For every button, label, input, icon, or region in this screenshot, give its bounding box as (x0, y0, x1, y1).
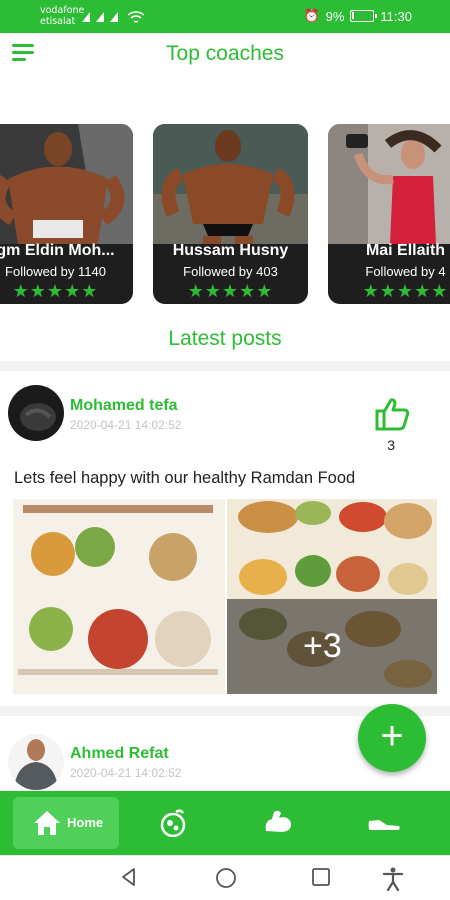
coach-followers: Followed by 403 (183, 264, 278, 279)
post-text: Lets feel happy with our healthy Ramdan … (14, 469, 356, 487)
clock: 11:30 (380, 8, 412, 24)
coach-card[interactable]: Hussam Husny Followed by 403 ★★★★★ (153, 124, 308, 304)
latest-posts-title: Latest posts (168, 327, 282, 350)
coach-name: Mai Ellaith (365, 242, 446, 259)
bottom-navigation: Home (0, 791, 450, 855)
coach-photo (328, 124, 450, 244)
post-author[interactable]: Mohamed tefa (70, 397, 178, 415)
diet-plate-icon (160, 809, 186, 837)
signal-icon (82, 11, 145, 23)
post-author[interactable]: Ahmed Refat (70, 745, 169, 763)
like-thumb-icon[interactable] (374, 397, 410, 431)
muscle-arm-icon (265, 810, 292, 832)
nav-home[interactable]: Home (13, 797, 119, 849)
like-count: 3 (387, 437, 395, 453)
post-image-gallery[interactable]: +3 (13, 499, 437, 694)
food-image-collage (13, 499, 437, 694)
nav-activity[interactable] (355, 797, 415, 849)
nav-diet[interactable] (143, 797, 203, 849)
nav-workout[interactable] (247, 797, 307, 849)
home-icon (34, 811, 60, 835)
shoe-icon (368, 820, 400, 830)
status-right: ⏰ 9% 11:30 (303, 8, 412, 24)
battery-icon (350, 10, 378, 22)
coach-followers: Followed by 4 (365, 264, 446, 279)
coach-name: gm Eldin Moh... (0, 242, 115, 259)
coach-photo (0, 124, 133, 244)
add-post-button[interactable]: + (358, 704, 426, 772)
author-avatar[interactable] (8, 385, 64, 441)
carrier-2: etisalat (40, 16, 76, 27)
carrier-1: vodafone (40, 5, 85, 16)
rating-stars: ★★★★★ (12, 281, 99, 301)
coaches-carousel[interactable]: gm Eldin Moh... Followed by 1140 ★★★★★ H… (0, 124, 450, 306)
back-icon[interactable] (119, 867, 139, 887)
battery-percent: 9% (325, 8, 345, 24)
accessibility-icon[interactable] (382, 867, 404, 891)
rating-stars: ★★★★★ (187, 281, 274, 301)
rating-stars: ★★★★★ (362, 281, 449, 301)
coach-card[interactable]: Mai Ellaith Followed by 4 ★★★★★ (328, 124, 450, 304)
post-card[interactable]: Mohamed tefa 2020-04-21 14:02:52 3 Lets … (0, 371, 450, 706)
coach-photo (153, 124, 308, 244)
post-date: 2020-04-21 14:02:52 (70, 418, 182, 432)
coach-followers: Followed by 1140 (5, 264, 106, 279)
nav-home-label: Home (67, 815, 104, 830)
coach-card[interactable]: gm Eldin Moh... Followed by 1140 ★★★★★ (0, 124, 133, 304)
top-coaches-title: Top coaches (166, 42, 284, 65)
recent-apps-icon[interactable] (311, 867, 331, 887)
alarm-icon: ⏰ (303, 8, 320, 23)
author-avatar[interactable] (8, 734, 64, 790)
home-circle-icon[interactable] (215, 867, 237, 889)
carrier-names: vodafone etisalat (40, 5, 84, 27)
system-navigation-bar (0, 855, 450, 900)
post-date: 2020-04-21 14:02:52 (70, 766, 182, 780)
more-images-count[interactable]: +3 (303, 627, 342, 666)
coach-name: Hussam Husny (172, 242, 289, 259)
status-bar: vodafone etisalat ⏰ 9% 11:30 (0, 0, 450, 33)
app-root: vodafone etisalat ⏰ 9% 11:30 Top coaches (0, 0, 450, 900)
